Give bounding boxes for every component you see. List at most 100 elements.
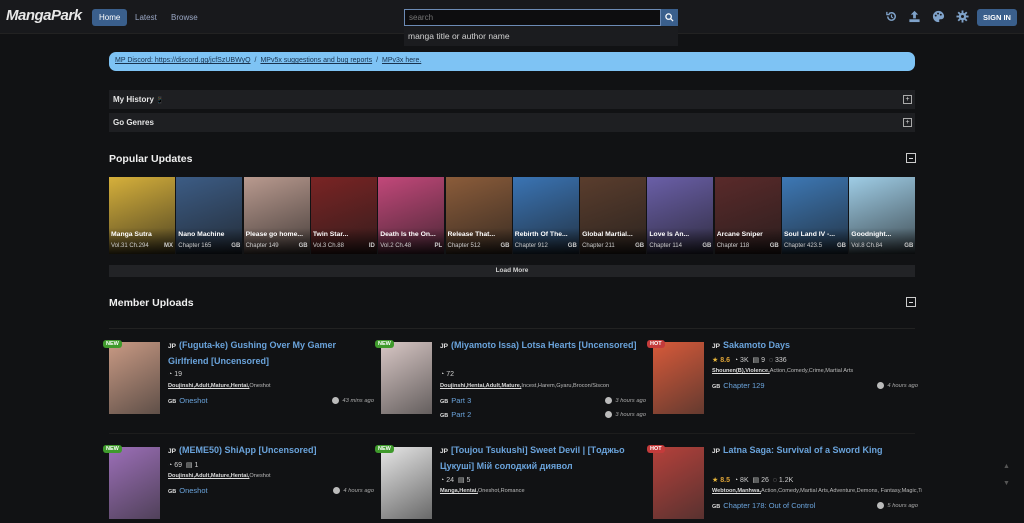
card-chapter[interactable]: Vol.3 Ch.88 xyxy=(313,243,344,249)
card-lang: GB xyxy=(702,243,712,249)
uploader-avatar[interactable] xyxy=(877,382,885,389)
upload-title[interactable]: JP (MEME50) ShiApp [Uncensored] xyxy=(168,443,378,459)
chapter-link[interactable]: GB Chapter 129 xyxy=(712,381,765,390)
popular-card[interactable]: Love Is An... Chapter 114 GB xyxy=(647,177,714,254)
popular-card[interactable]: Goodnight... Vol.8 Ch.84 GB xyxy=(849,177,915,254)
gear-icon[interactable] xyxy=(955,10,969,24)
popular-card[interactable]: Release That... Chapter 512 GB xyxy=(445,177,512,254)
uploader-avatar[interactable] xyxy=(605,411,613,418)
sign-in-button[interactable]: SIGN IN xyxy=(977,9,1017,26)
chapter-name[interactable]: Oneshot xyxy=(179,486,207,495)
search-button[interactable] xyxy=(661,9,678,26)
collapse-icon[interactable] xyxy=(906,153,916,163)
card-chapter[interactable]: Vol.8 Ch.84 xyxy=(851,243,882,249)
lang-code: JP xyxy=(168,343,176,350)
chapter-name[interactable]: Chapter 178: Out of Control xyxy=(723,501,815,510)
upload-title[interactable]: JP (Miyamoto Issa) Lotsa Hearts [Uncensor… xyxy=(440,338,650,354)
chapter-link[interactable]: GB Part 3 xyxy=(440,396,471,405)
card-chapter[interactable]: Chapter 165 xyxy=(178,243,211,249)
uploader-avatar[interactable] xyxy=(333,487,341,494)
card-chapter[interactable]: Chapter 912 xyxy=(515,243,548,249)
expand-icon[interactable]: + xyxy=(903,95,912,104)
replies-count: 336 xyxy=(775,357,787,364)
popular-card[interactable]: Global Martial... Chapter 211 GB xyxy=(580,177,647,254)
upload-title[interactable]: JP Latna Saga: Survival of a Sword King xyxy=(712,443,922,459)
cover-thumbnail[interactable]: NEW xyxy=(103,340,160,414)
popular-card[interactable]: Death Is the On... Vol.2 Ch.48 PL xyxy=(378,177,445,254)
upload-time: 43 mins ago xyxy=(332,397,374,404)
upload-title[interactable]: JP [Toujou Tsukushi] Sweet Devil | [Tоджь… xyxy=(440,443,650,473)
nav-home[interactable]: Home xyxy=(92,9,128,26)
title-text[interactable]: [Toujou Tsukushi] Sweet Devil | [Tоджьо … xyxy=(440,445,625,471)
card-chapter[interactable]: Chapter 512 xyxy=(448,243,481,249)
expand-icon[interactable]: + xyxy=(903,118,912,127)
chapter-link[interactable]: GB Part 2 xyxy=(440,410,471,419)
cover-thumbnail[interactable]: HOT xyxy=(647,445,704,519)
upload-title[interactable]: JP (Fuguta-ke) Gushing Over My Gamer Girl… xyxy=(168,338,378,368)
chapter-link[interactable]: GB Oneshot xyxy=(168,486,208,495)
title-text[interactable]: Latna Saga: Survival of a Sword King xyxy=(723,445,883,455)
card-title: Global Martial... xyxy=(582,231,633,238)
nav-latest[interactable]: Latest xyxy=(128,9,164,26)
popular-card[interactable]: Nano Machine Chapter 165 GB xyxy=(176,177,243,254)
cover-thumbnail[interactable]: NEW xyxy=(375,340,432,414)
history-icon[interactable] xyxy=(884,10,898,24)
uploader-avatar[interactable] xyxy=(877,502,885,509)
upload-tags: Doujinshi,Adult,Mature,Hentai,Oneshot xyxy=(168,383,378,389)
palette-icon[interactable] xyxy=(931,10,945,24)
replies-count: 1.2K xyxy=(778,477,794,484)
mpv3x-link[interactable]: MPv3x here. xyxy=(382,57,421,64)
time-text: 4 hours ago xyxy=(887,383,918,390)
scroll-up-icon[interactable]: ▲ xyxy=(1003,463,1011,471)
site-logo[interactable]: MangaPark xyxy=(6,7,82,24)
replies-icon: ◌ xyxy=(772,477,777,484)
comments-count: 3K xyxy=(740,357,749,364)
upload-item: NEW JP (Fuguta-ke) Gushing Over My Gamer G… xyxy=(103,338,374,418)
uploader-avatar[interactable] xyxy=(605,397,613,404)
popular-card[interactable]: Please go home... Chapter 149 GB xyxy=(243,177,310,254)
card-chapter[interactable]: Vol.31 Ch.294 xyxy=(111,243,149,249)
chapter-name[interactable]: Chapter 129 xyxy=(723,381,764,390)
scroll-down-icon[interactable]: ▼ xyxy=(1003,480,1011,488)
load-more-button[interactable]: Load More xyxy=(109,265,915,277)
card-chapter[interactable]: Chapter 149 xyxy=(246,243,279,249)
chapter-name[interactable]: Oneshot xyxy=(179,396,207,405)
popular-card[interactable]: Soul Land IV -... Chapter 423.5 GB xyxy=(782,177,848,254)
card-lang: GB xyxy=(837,243,846,249)
popular-card[interactable]: Arcane Sniper Chapter 118 GB xyxy=(714,177,781,254)
card-chapter[interactable]: Chapter 114 xyxy=(649,243,682,249)
comments-count: 8K xyxy=(740,477,749,484)
popular-card[interactable]: Rebirth Of The... Chapter 912 GB xyxy=(512,177,579,254)
chapter-name[interactable]: Part 3 xyxy=(451,396,471,405)
chapter-name[interactable]: Part 2 xyxy=(451,410,471,419)
card-chapter[interactable]: Vol.2 Ch.48 xyxy=(380,243,411,249)
go-genres-panel[interactable]: Go Genres + xyxy=(109,113,915,132)
my-history-panel[interactable]: My History 📱 + xyxy=(109,90,915,109)
divider xyxy=(109,433,915,434)
chapter-link[interactable]: GB Chapter 178: Out of Control xyxy=(712,501,815,510)
upload-item: NEW JP [Toujou Tsukushi] Sweet Devil | [Tо… xyxy=(375,443,646,523)
upload-icon[interactable] xyxy=(907,10,921,24)
collapse-icon[interactable] xyxy=(906,297,916,307)
cover-thumbnail[interactable]: NEW xyxy=(375,445,432,519)
popular-card[interactable]: Twin Star... Vol.3 Ch.88 ID xyxy=(310,177,377,254)
discord-link[interactable]: MP Discord: https://discord.gg/jcfSzUBWy… xyxy=(115,57,251,64)
title-text[interactable]: (Miyamoto Issa) Lotsa Hearts [Uncensored… xyxy=(451,340,637,350)
nav-browse[interactable]: Browse xyxy=(164,9,205,26)
reviews-count: 9 xyxy=(761,357,765,364)
cover-thumbnail[interactable]: HOT xyxy=(647,340,704,414)
title-text[interactable]: Sakamoto Days xyxy=(723,340,790,350)
card-chapter[interactable]: Chapter 118 xyxy=(717,243,750,249)
uploader-avatar[interactable] xyxy=(332,397,340,404)
search-input[interactable] xyxy=(404,9,661,26)
suggestions-link[interactable]: MPv5x suggestions and bug reports xyxy=(260,57,372,64)
title-text[interactable]: (MEME50) ShiApp [Uncensored] xyxy=(179,445,317,455)
card-chapter[interactable]: Chapter 423.5 xyxy=(784,243,822,249)
cover-thumbnail[interactable]: NEW xyxy=(103,445,160,519)
card-chapter[interactable]: Chapter 211 xyxy=(582,243,615,249)
upload-title[interactable]: JP Sakamoto Days xyxy=(712,338,922,354)
search-box xyxy=(404,9,678,26)
popular-card[interactable]: Manga Sutra Vol.31 Ch.294 MX xyxy=(109,177,175,254)
chapter-link[interactable]: GB Oneshot xyxy=(168,396,208,405)
title-text[interactable]: (Fuguta-ke) Gushing Over My Gamer Girlfr… xyxy=(168,340,336,366)
